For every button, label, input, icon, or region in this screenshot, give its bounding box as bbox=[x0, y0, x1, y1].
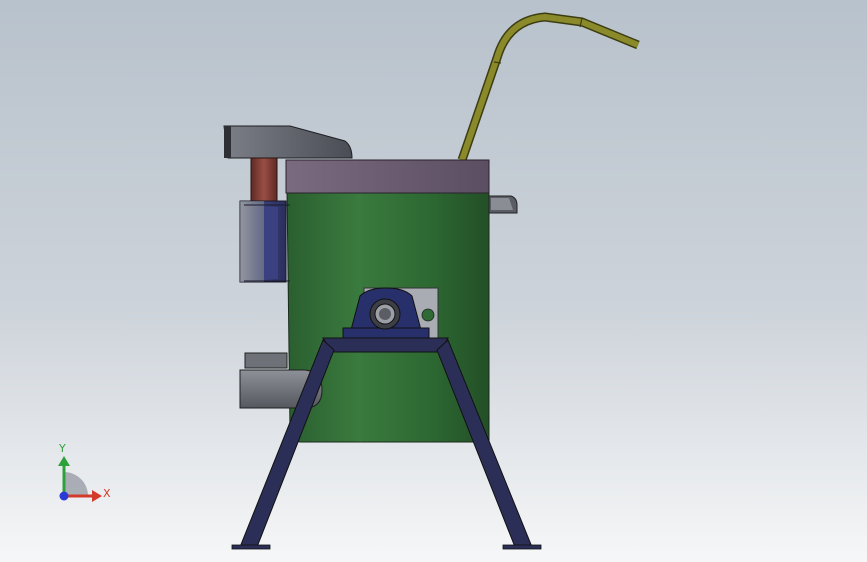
assembly-scene[interactable] bbox=[0, 0, 867, 562]
cad-viewport[interactable]: Y X bbox=[0, 0, 867, 562]
side-motor[interactable] bbox=[239, 200, 290, 283]
reference-triad bbox=[58, 456, 102, 502]
lid-bracket[interactable] bbox=[488, 195, 518, 214]
top-lid[interactable] bbox=[285, 159, 490, 194]
hopper-chute[interactable] bbox=[223, 125, 353, 159]
triad-x-label: X bbox=[103, 487, 111, 500]
feed-pipe[interactable] bbox=[457, 12, 640, 162]
coupling-shaft[interactable] bbox=[250, 157, 278, 203]
z-axis-dot bbox=[59, 491, 69, 501]
triad-y-label: Y bbox=[59, 442, 66, 455]
